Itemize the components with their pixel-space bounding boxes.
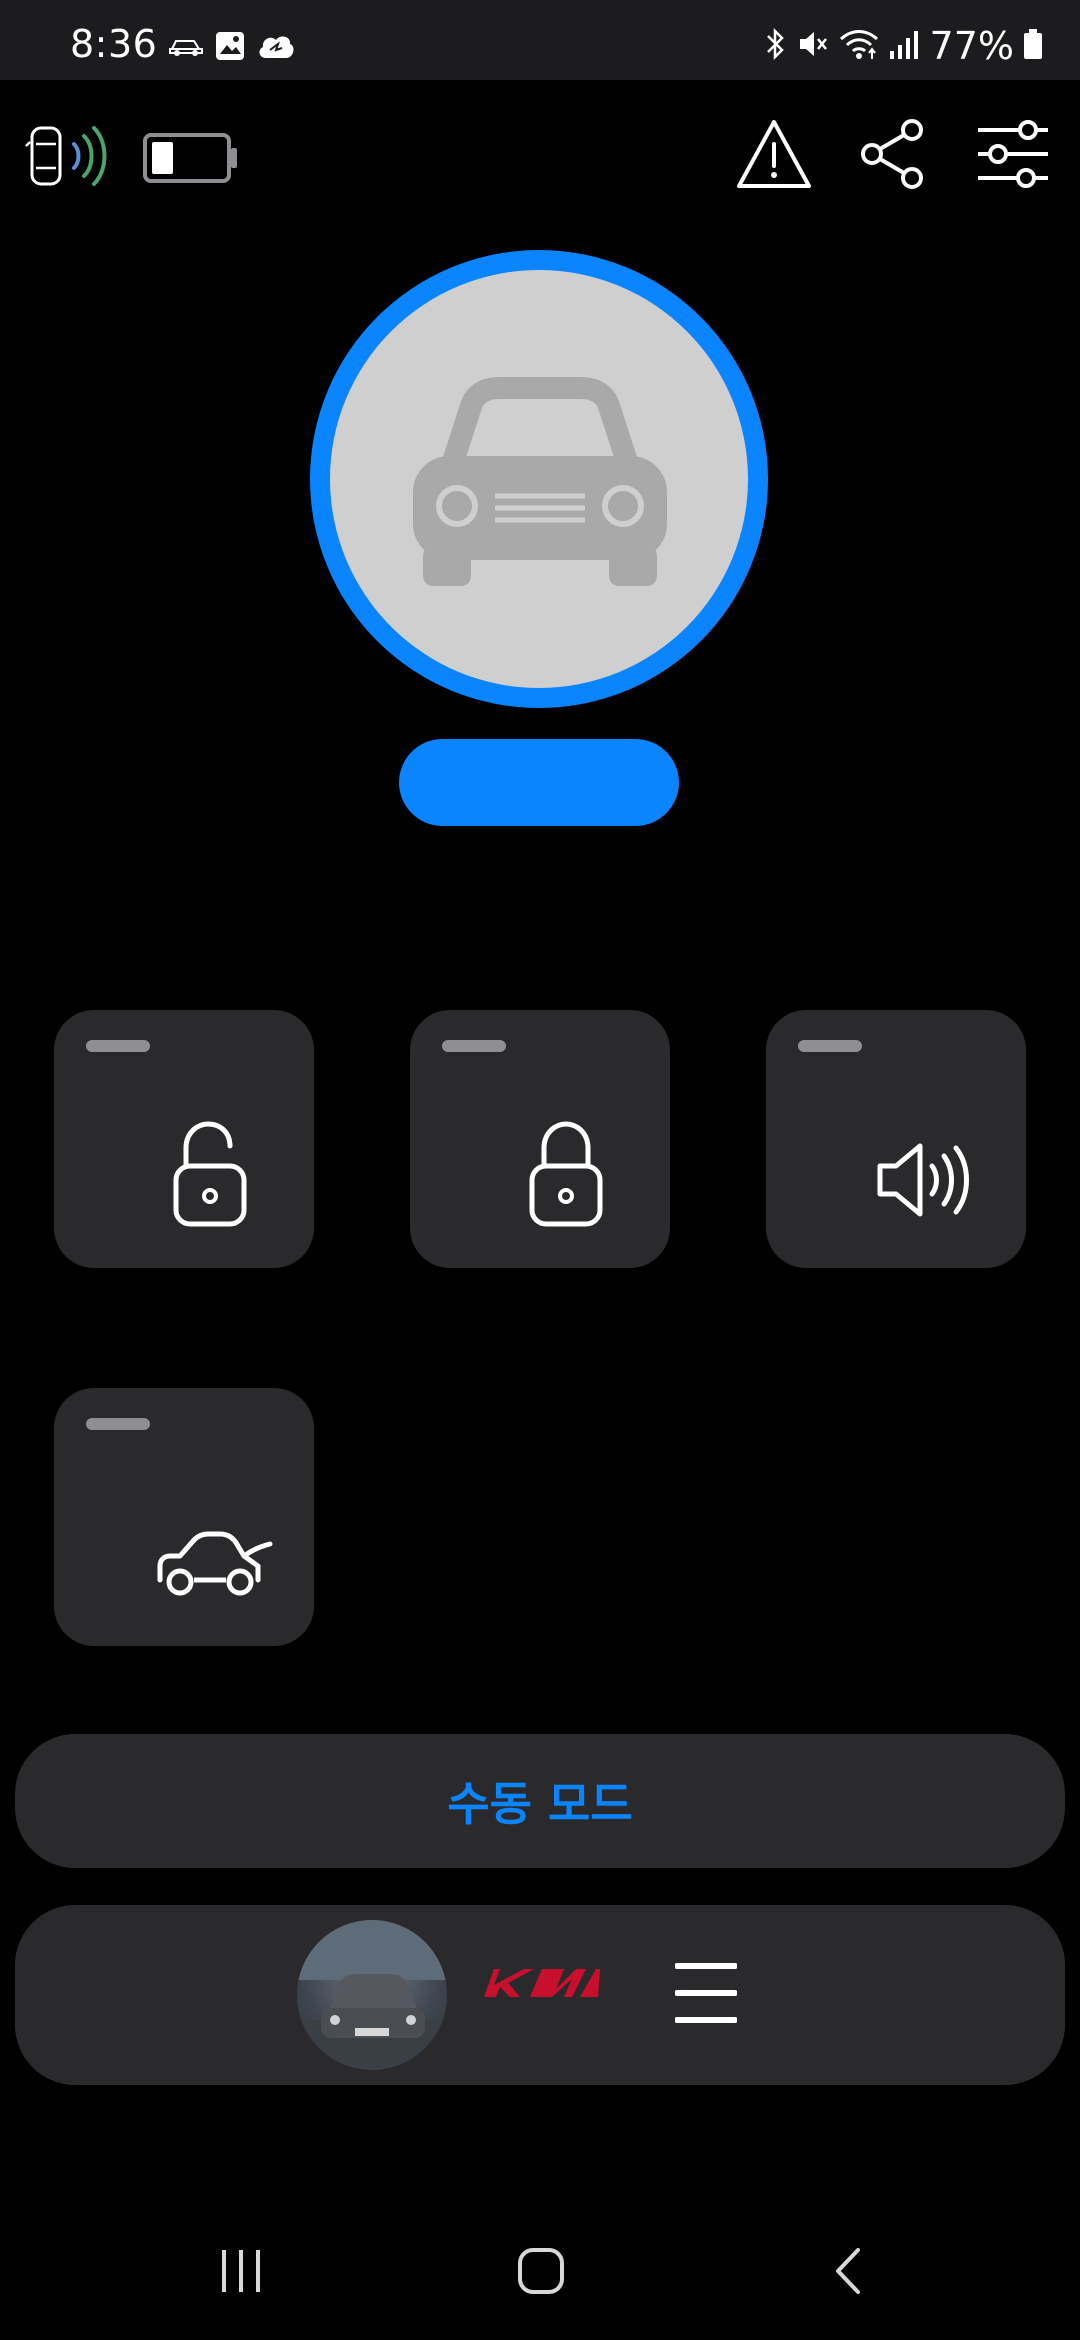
vehicle-status-pill[interactable] [399,739,679,826]
horn-button[interactable] [766,1010,1026,1268]
status-time: 8:36 [70,22,158,66]
status-bar: 8:36 77% [0,0,1080,80]
cloud-sync-icon [256,30,296,66]
unlock-button[interactable] [54,1010,314,1268]
tile-label-placeholder [86,1040,150,1052]
back-icon[interactable] [828,2246,868,2300]
battery-percent: 77% [929,24,1014,68]
speaker-icon [876,1142,976,1222]
trunk-button[interactable] [54,1388,314,1646]
manual-mode-button[interactable]: 수동 모드 [15,1734,1065,1868]
share-icon[interactable] [858,118,930,194]
car-icon [405,370,675,594]
home-icon[interactable] [516,2246,566,2300]
battery-level-icon [142,130,240,190]
system-nav-bar [0,2200,1080,2340]
tile-label-placeholder [86,1418,150,1430]
wifi-icon [838,27,880,65]
tile-label-placeholder [442,1040,506,1052]
settings-sliders-icon[interactable] [976,118,1050,194]
unlock-icon [172,1120,252,1234]
lock-icon [528,1120,608,1234]
vehicle-status-inner [330,270,748,688]
car-notification-icon [168,35,204,61]
bluetooth-icon [762,27,788,65]
signal-icon [888,27,922,65]
manual-mode-label: 수동 모드 [447,1777,633,1831]
mute-icon [796,27,830,65]
trunk-icon [154,1526,274,1602]
hamburger-menu-icon[interactable] [674,1960,738,2030]
recents-icon[interactable] [216,2246,266,2300]
battery-icon [1022,27,1044,65]
car-signal-icon[interactable] [24,118,124,202]
vehicle-bar [15,1905,1065,2085]
vehicle-avatar[interactable] [297,1920,447,2070]
vehicle-status-button[interactable] [310,250,768,708]
status-notification-icons [168,30,296,66]
tile-label-placeholder [798,1040,862,1052]
status-right-icons: 77% [762,24,1044,68]
lock-button[interactable] [410,1010,670,1268]
kia-logo [480,1965,602,2003]
gallery-icon [214,30,246,66]
header-left [24,118,240,202]
warning-icon[interactable] [736,118,812,194]
header-right [736,118,1050,194]
